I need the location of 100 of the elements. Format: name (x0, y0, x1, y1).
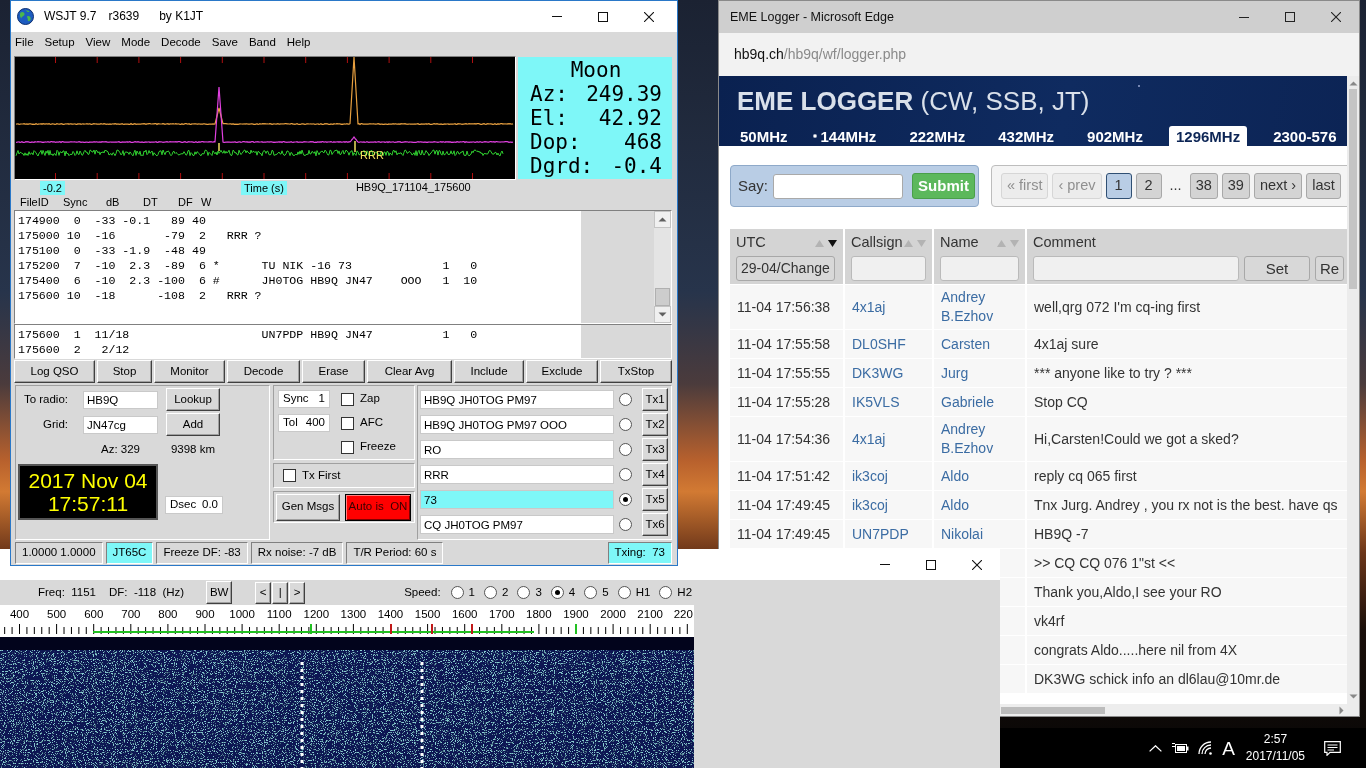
tx-button[interactable]: Tx6 (642, 513, 668, 536)
close-icon[interactable] (644, 11, 654, 22)
sort-down-icon[interactable] (828, 239, 837, 247)
lookup-button[interactable]: Lookup (166, 388, 220, 411)
scrollbar[interactable] (1347, 76, 1359, 716)
scroll-down-icon[interactable] (654, 306, 671, 323)
set-button[interactable]: Set (1244, 256, 1310, 281)
scrollbar-thumb[interactable] (655, 288, 670, 306)
radio-button[interactable] (659, 586, 673, 599)
command-button[interactable]: Decode (227, 360, 300, 383)
name-link[interactable]: Nikolai (941, 524, 1018, 544)
reset-button[interactable]: Re (1315, 256, 1345, 281)
command-button[interactable]: Log QSO (14, 360, 95, 383)
tx-button[interactable]: Tx3 (642, 438, 668, 461)
step-button[interactable]: > (289, 581, 306, 604)
scrollbar[interactable] (654, 211, 671, 323)
callsign-link[interactable]: DK3WG (852, 364, 904, 381)
column-label[interactable]: Comment (1033, 234, 1096, 252)
radio-label[interactable]: 5 (602, 585, 609, 600)
checkbox[interactable] (283, 469, 296, 482)
menu-item[interactable]: Setup (44, 36, 75, 50)
message-field[interactable]: CQ JH0TOG PM97 (420, 515, 614, 534)
url-text[interactable]: hb9q.ch/hb9q/wf/logger.php (734, 46, 907, 63)
message-field[interactable]: 73 (420, 490, 614, 509)
radio-button[interactable] (619, 518, 632, 531)
bw-button[interactable]: BW (206, 581, 233, 604)
checkbox-label[interactable]: Tx First (302, 468, 341, 483)
close-icon[interactable] (1331, 12, 1341, 22)
menu-item[interactable]: Save (211, 36, 238, 50)
name-link[interactable]: Andrey B.Ezhov (941, 420, 1018, 458)
wifi-icon[interactable] (1198, 741, 1214, 755)
radio-button[interactable] (450, 586, 464, 599)
add-button[interactable]: Add (166, 413, 220, 436)
band-tab[interactable]: 1296MHz (1168, 126, 1248, 146)
band-tab[interactable]: 50MHz (733, 126, 795, 146)
band-tab[interactable]: 144MHz (813, 126, 884, 146)
command-button[interactable]: Erase (302, 360, 365, 383)
band-tab[interactable]: 2300-576 (1266, 126, 1344, 146)
checkbox[interactable] (341, 440, 354, 454)
scrollbar[interactable] (1000, 704, 1347, 716)
spin-field[interactable]: Tol 400 (278, 414, 330, 432)
menu-item[interactable]: View (85, 36, 111, 50)
name-link[interactable]: Aldo (941, 466, 1018, 486)
close-icon[interactable] (972, 559, 982, 570)
say-field[interactable] (773, 173, 903, 199)
scroll-down-icon[interactable] (1348, 694, 1358, 699)
command-button[interactable]: Stop (97, 360, 152, 383)
checkbox[interactable] (341, 416, 354, 430)
checkbox-label[interactable]: Zap (360, 392, 380, 406)
maximize-icon[interactable] (926, 559, 936, 570)
checkbox[interactable] (341, 392, 354, 406)
tx-button[interactable]: Tx4 (642, 463, 668, 486)
page-button[interactable]: 38 (1189, 173, 1218, 199)
radio-label[interactable]: 1 (468, 585, 475, 600)
message-field[interactable]: HB9Q JH0TOG PM97 (420, 390, 614, 409)
callsign-link[interactable]: 4x1aj (852, 430, 886, 447)
page-button[interactable]: last (1306, 173, 1341, 199)
column-label[interactable]: Name (940, 234, 979, 252)
page-button[interactable]: 39 (1221, 173, 1250, 199)
clock-time[interactable]: 2:57 (1263, 731, 1288, 748)
radio-button[interactable] (584, 586, 598, 599)
name-link[interactable]: Aldo (941, 495, 1018, 515)
page-button[interactable]: next › (1253, 173, 1303, 199)
command-button[interactable]: TxStop (600, 360, 672, 383)
callsign-link[interactable]: ik3coj (852, 496, 888, 513)
radio-button[interactable] (619, 493, 632, 506)
filter-field[interactable] (940, 256, 1019, 281)
radio-button[interactable] (619, 443, 632, 456)
radio-label[interactable]: 2 (502, 585, 509, 600)
command-button[interactable]: Monitor (154, 360, 225, 383)
step-button[interactable]: < (255, 581, 272, 604)
grid-field[interactable]: JN47cg (83, 415, 158, 434)
radio-button[interactable] (517, 586, 531, 599)
message-field[interactable]: RRR (420, 465, 614, 484)
clock-date[interactable]: 2017/11/05 (1245, 748, 1305, 765)
name-link[interactable]: Carsten (941, 334, 1018, 354)
filter-field[interactable] (1033, 256, 1239, 281)
name-link[interactable]: Gabriele (941, 392, 1018, 412)
name-link[interactable]: Andrey B.Ezhov (941, 288, 1018, 326)
scrollbar-thumb[interactable] (1001, 706, 1105, 714)
dsec-field[interactable]: Dsec 0.0 (165, 496, 223, 514)
band-tab[interactable]: 902MHz (1080, 126, 1150, 146)
scroll-right-icon[interactable] (1339, 705, 1344, 715)
column-label[interactable]: Callsign (851, 234, 903, 252)
message-field[interactable]: HB9Q JH0TOG PM97 OOO (420, 415, 614, 434)
auto-button[interactable]: Auto is ON (345, 493, 411, 521)
scroll-up-icon[interactable] (1348, 81, 1358, 86)
command-button[interactable]: Exclude (526, 360, 598, 383)
checkbox-label[interactable]: AFC (360, 416, 383, 430)
callsign-link[interactable]: IK5VLS (852, 393, 900, 410)
minimize-icon[interactable] (1239, 16, 1249, 18)
input-indicator[interactable]: A (1222, 738, 1235, 758)
callsign-link[interactable]: 4x1aj (852, 298, 886, 315)
radio-button[interactable] (619, 393, 632, 406)
radio-label[interactable]: 4 (568, 585, 576, 600)
scrollbar-thumb[interactable] (1349, 89, 1357, 289)
name-link[interactable]: Jurg (941, 363, 1018, 383)
step-button[interactable]: | (272, 581, 289, 604)
menu-item[interactable]: File (15, 36, 34, 50)
radio-label[interactable]: H2 (677, 585, 693, 600)
